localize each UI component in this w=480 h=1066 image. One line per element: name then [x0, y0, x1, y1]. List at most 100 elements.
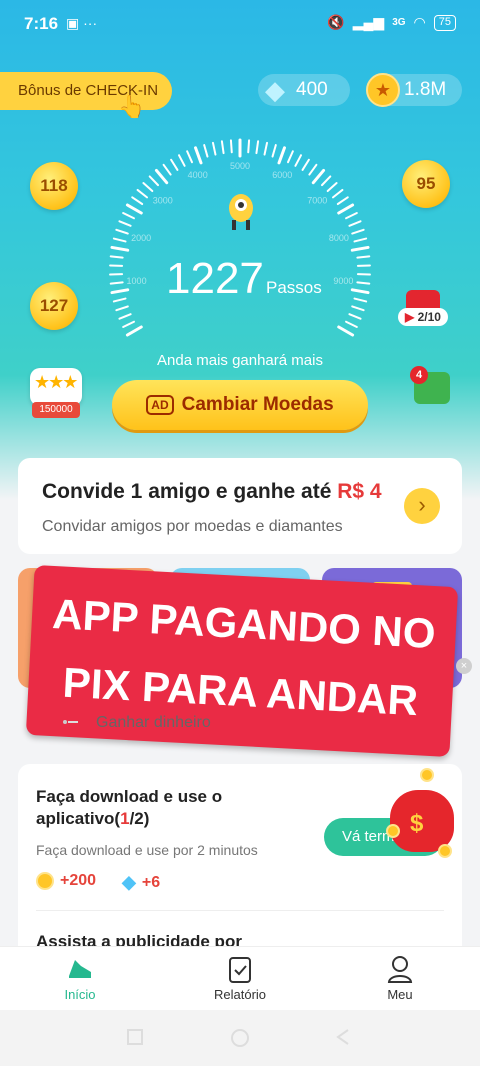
gauge-tick — [125, 203, 143, 215]
gauge-tick-label: 7000 — [307, 195, 327, 205]
chest-coins-icon: ★★★ — [34, 372, 78, 392]
gauge-tick — [162, 163, 172, 176]
gauge-tick — [337, 325, 355, 337]
earn-money-text: Ganhar dinheiro — [96, 714, 211, 731]
nav-me-label: Meu — [387, 987, 413, 1002]
gauge-tick-label: 3000 — [153, 195, 173, 205]
invite-card[interactable]: Convide 1 amigo e ganhe até R$ 4 Convida… — [18, 458, 462, 554]
gauge-tick-label: 6000 — [272, 170, 292, 180]
nav-report-label: Relatório — [213, 987, 267, 1002]
clipboard-icon — [190, 953, 290, 985]
mascot-icon — [229, 194, 253, 230]
video-gift-button[interactable]: ▶ 2/10 — [398, 280, 448, 328]
cash-reward-button[interactable]: 4 — [410, 366, 454, 410]
gauge-tick — [110, 288, 130, 295]
coin-bubble[interactable]: 118 — [30, 162, 78, 210]
coin-balance[interactable]: ★ 1.8M — [366, 73, 462, 107]
gauge-tick — [110, 245, 130, 252]
gauge-tick — [337, 203, 355, 215]
gauge-tick-label: 5000 — [230, 161, 250, 171]
gauge-tick — [348, 220, 362, 227]
gauge-tick — [148, 175, 160, 187]
task-title: Faça download e use o aplicativo(1/2) — [36, 786, 276, 830]
gauge-tick — [308, 163, 318, 176]
nav-me[interactable]: Meu — [350, 953, 450, 1002]
gift-progress: 2/10 — [417, 310, 441, 324]
gauge-tick — [122, 212, 135, 220]
back-icon[interactable] — [334, 1028, 352, 1046]
gauge-tick — [301, 158, 310, 171]
dollar-sign-icon: $ — [410, 810, 424, 837]
system-navigation — [0, 1010, 480, 1066]
gauge-tick — [353, 297, 368, 303]
gauge-tick — [350, 245, 370, 252]
gauge-tick — [136, 188, 149, 199]
gauge-tick — [294, 154, 303, 167]
status-icons: 🔇 ▂▄▆ 3G ◠ 75 — [327, 14, 456, 31]
chevron-right-icon[interactable]: › — [404, 488, 440, 524]
coin-chest-button[interactable]: ★★★ 150000 — [26, 362, 86, 418]
task-progress: 1 — [120, 809, 130, 828]
coin-count: 1.8M — [404, 79, 447, 100]
pointer-hand-icon: 👆 — [118, 94, 146, 119]
wifi-icon: ◠ — [413, 14, 426, 30]
gauge-tick — [331, 188, 344, 199]
checkin-bonus-button[interactable]: Bônus de CHECK-IN — [0, 72, 172, 110]
step-count: 1227 — [166, 254, 264, 303]
recents-icon[interactable] — [126, 1028, 144, 1046]
banner-line: APP PAGANDO NO — [51, 590, 437, 658]
gauge-tick — [255, 140, 260, 155]
gift-progress-label: ▶ 2/10 — [398, 308, 448, 326]
status-time: 7:16 — [24, 14, 59, 33]
signal-icon: ▂▄▆ — [352, 14, 385, 30]
diamond-reward-value: +6 — [141, 873, 161, 891]
gauge-tick — [286, 150, 294, 164]
gauge-tick-label: 4000 — [188, 170, 208, 180]
coin-icon — [420, 768, 434, 782]
diamond-reward: ◆ +6 — [122, 872, 160, 893]
network-label: 3G — [392, 17, 406, 28]
gauge-tick — [345, 320, 358, 328]
carousel-dots — [63, 720, 78, 724]
gauge-tick — [186, 150, 194, 164]
diamond-icon: ◆ — [265, 75, 285, 105]
close-icon[interactable]: × — [456, 658, 472, 674]
gauge-tick — [177, 154, 186, 167]
money-bag-icon: $ — [384, 760, 460, 858]
gauge-tick-label: 1000 — [127, 276, 147, 286]
diamond-balance[interactable]: ◆ 400 — [258, 74, 350, 106]
gauge-tick — [170, 158, 179, 171]
play-icon: ▶ — [405, 310, 415, 324]
gauge-tick — [356, 255, 371, 259]
chest-amount: 150000 — [32, 402, 80, 418]
gauge-tick — [203, 144, 209, 158]
gauge-tick — [277, 146, 286, 165]
shoe-icon — [30, 953, 130, 985]
task-subtitle: Faça download e use por 2 minutos — [36, 842, 258, 858]
gauge-tick — [118, 313, 132, 320]
gauge-tick — [211, 141, 217, 156]
coin-icon — [36, 872, 54, 890]
mute-icon: 🔇 — [327, 14, 345, 30]
gauge-tick — [271, 144, 277, 158]
gauge-tick — [350, 288, 370, 295]
exchange-coins-button[interactable]: AD Cambiar Moedas — [112, 380, 368, 430]
gauge-tick — [194, 146, 203, 165]
coin-bubble[interactable]: 127 — [30, 282, 78, 330]
coin-icon — [386, 824, 400, 838]
gauge-tick — [112, 237, 127, 243]
invite-title: Convide 1 amigo e ganhe até R$ 4 — [42, 480, 382, 504]
gauge-tick-label: 8000 — [329, 233, 349, 243]
coin-icon: ★ — [366, 73, 400, 107]
coin-bubble[interactable]: 95 — [402, 160, 450, 208]
gauge-tick — [336, 196, 349, 206]
home-icon[interactable] — [230, 1028, 250, 1048]
gauge-tick — [320, 175, 332, 187]
nav-report[interactable]: Relatório — [190, 953, 290, 1002]
exchange-label: Cambiar Moedas — [181, 394, 334, 415]
gauge-tick — [353, 237, 368, 243]
gauge-tick — [348, 313, 362, 320]
nav-home[interactable]: Início — [30, 953, 130, 1002]
gauge-tick — [311, 168, 326, 185]
status-bar: 7:16 ▣ ··· 🔇 ▂▄▆ 3G ◠ 75 — [0, 0, 480, 48]
